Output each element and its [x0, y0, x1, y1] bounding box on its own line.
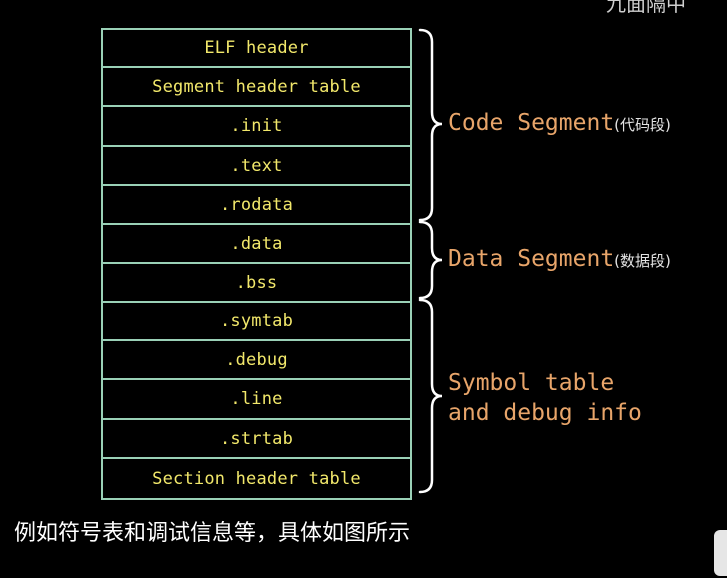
section-bss: .bss: [103, 264, 410, 303]
section-elf-header: ELF header: [103, 30, 410, 68]
subtitle-caption: 例如符号表和调试信息等，具体如图所示: [14, 521, 411, 546]
section-segment-header-table: Segment header table: [103, 68, 410, 107]
data-segment-brace: [418, 220, 443, 300]
section-debug: .debug: [103, 341, 410, 380]
symbol-table-line-1: Symbol table: [448, 370, 615, 396]
section-symtab: .symtab: [103, 303, 410, 341]
symbol-table-line-2: and debug info: [448, 400, 642, 426]
symbol-table-label: Symbol table and debug info: [448, 368, 642, 428]
code-segment-note: (代码段): [614, 116, 671, 134]
section-data: .data: [103, 225, 410, 264]
section-text: .text: [103, 147, 410, 186]
data-segment-label: Data Segment(数据段): [448, 244, 671, 276]
section-section-header-table: Section header table: [152, 468, 361, 489]
code-segment-brace: [418, 28, 443, 222]
grouping-braces: [418, 28, 443, 494]
elf-structure-table: ELF header Segment header table .init .t…: [101, 28, 412, 500]
section-strtab: .strtab: [103, 420, 410, 459]
section-init: .init: [103, 107, 410, 147]
symbol-table-brace: [418, 298, 443, 494]
section-rodata: .rodata: [103, 186, 410, 225]
section-line: .line: [103, 380, 410, 420]
scroll-handle[interactable]: [714, 530, 727, 576]
code-segment-name: Code Segment: [448, 110, 615, 136]
code-segment-label: Code Segment(代码段): [448, 108, 671, 140]
data-segment-name: Data Segment: [448, 246, 615, 272]
data-segment-note: (数据段): [614, 252, 671, 270]
corner-title-text: 九面隔中: [606, 0, 686, 16]
